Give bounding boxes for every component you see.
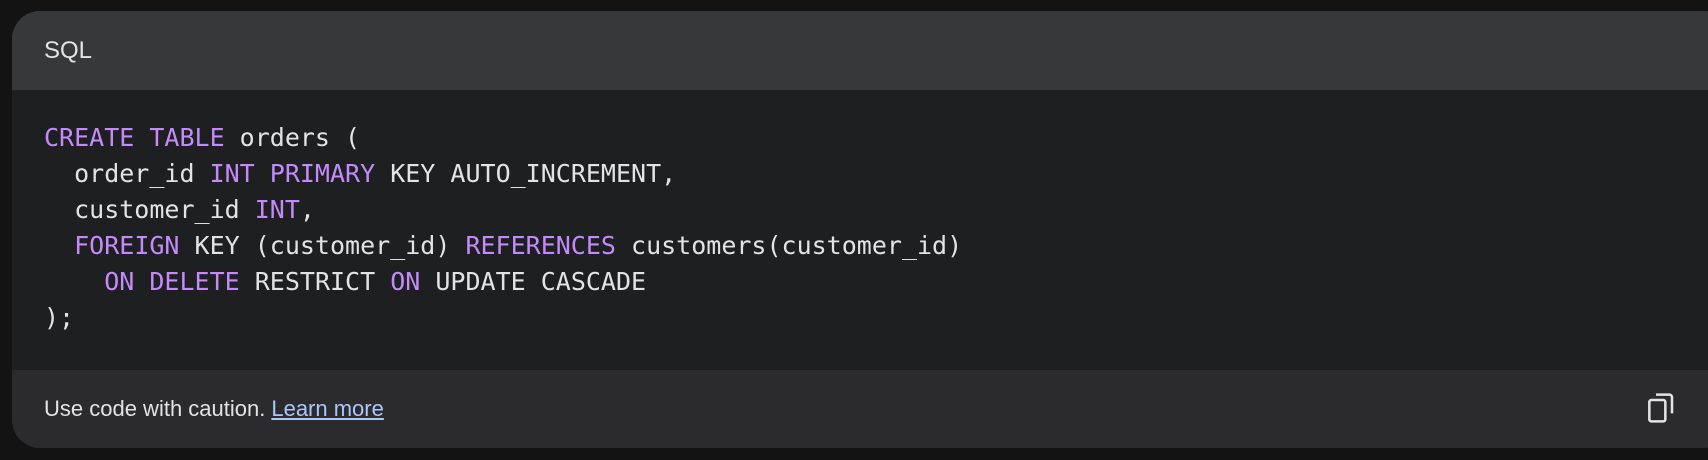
- code-line: customer_id INT,: [44, 195, 315, 224]
- code-keyword: CREATE TABLE: [44, 123, 225, 152]
- code-token: orders (: [224, 123, 361, 152]
- code-block-footer: Use code with caution. Learn more: [12, 370, 1708, 448]
- code-token: );: [44, 303, 75, 332]
- code-keyword: ON DELETE: [104, 267, 240, 296]
- code-token: KEY AUTO_INCREMENT,: [375, 159, 677, 188]
- code-keyword: INT: [254, 195, 300, 224]
- code-line: CREATE TABLE orders (: [44, 123, 360, 152]
- copy-code-button[interactable]: [1640, 390, 1680, 430]
- code-text[interactable]: CREATE TABLE orders ( order_id INT PRIMA…: [44, 120, 1708, 336]
- code-token: UPDATE CASCADE: [420, 267, 647, 296]
- code-token: RESTRICT: [239, 267, 391, 296]
- code-body[interactable]: CREATE TABLE orders ( order_id INT PRIMA…: [12, 90, 1708, 370]
- code-line: );: [44, 303, 74, 332]
- code-keyword: INT PRIMARY: [209, 159, 376, 188]
- learn-more-link[interactable]: Learn more: [271, 396, 384, 422]
- code-keyword: ON: [390, 267, 421, 296]
- code-keyword: FOREIGN: [74, 231, 180, 260]
- code-line: order_id INT PRIMARY KEY AUTO_INCREMENT,: [44, 159, 676, 188]
- code-block: SQL CREATE TABLE orders ( order_id INT P…: [12, 11, 1708, 448]
- caution-text: Use code with caution.: [44, 396, 266, 421]
- code-token: customers(customer_id): [615, 231, 963, 260]
- code-line: FOREIGN KEY (customer_id) REFERENCES cus…: [44, 231, 962, 260]
- code-block-header: SQL: [12, 11, 1708, 90]
- language-label: SQL: [44, 36, 93, 64]
- code-token: order_id: [44, 159, 210, 188]
- code-token: KEY (customer_id): [179, 231, 466, 260]
- code-line: ON DELETE RESTRICT ON UPDATE CASCADE: [44, 267, 646, 296]
- code-token: customer_id: [44, 195, 255, 224]
- copy-icon: [1644, 392, 1676, 429]
- code-token: ,: [299, 195, 315, 224]
- code-keyword: REFERENCES: [465, 231, 616, 260]
